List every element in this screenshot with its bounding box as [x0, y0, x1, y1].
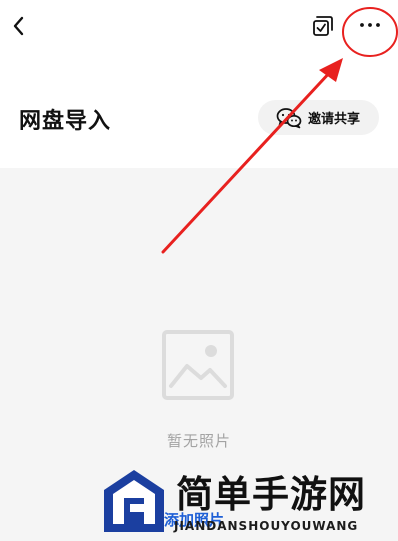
- page-title: 网盘导入: [19, 109, 112, 134]
- empty-state-message: 暂无照片: [166, 432, 231, 450]
- top-bar: 网盘导入 邀请共享: [0, 0, 398, 168]
- chevron-left-icon: [13, 16, 24, 36]
- multi-select-check-icon: [313, 16, 333, 36]
- watermark-title: 简单手游网: [176, 472, 366, 516]
- image-placeholder-icon: [162, 330, 234, 400]
- multi-select-button[interactable]: [311, 14, 335, 38]
- site-watermark: 简单手游网 JIANDANSHOUYOUWANG: [102, 464, 398, 541]
- more-dots-icon: [360, 23, 380, 27]
- more-options-button[interactable]: [356, 12, 384, 38]
- back-button[interactable]: [6, 12, 30, 40]
- wechat-icon: [276, 107, 302, 128]
- invite-share-button[interactable]: 邀请共享: [258, 100, 379, 135]
- invite-share-label: 邀请共享: [308, 112, 361, 127]
- watermark-subtitle: JIANDANSHOUYOUWANG: [174, 519, 359, 533]
- watermark-logo-icon: [104, 470, 164, 532]
